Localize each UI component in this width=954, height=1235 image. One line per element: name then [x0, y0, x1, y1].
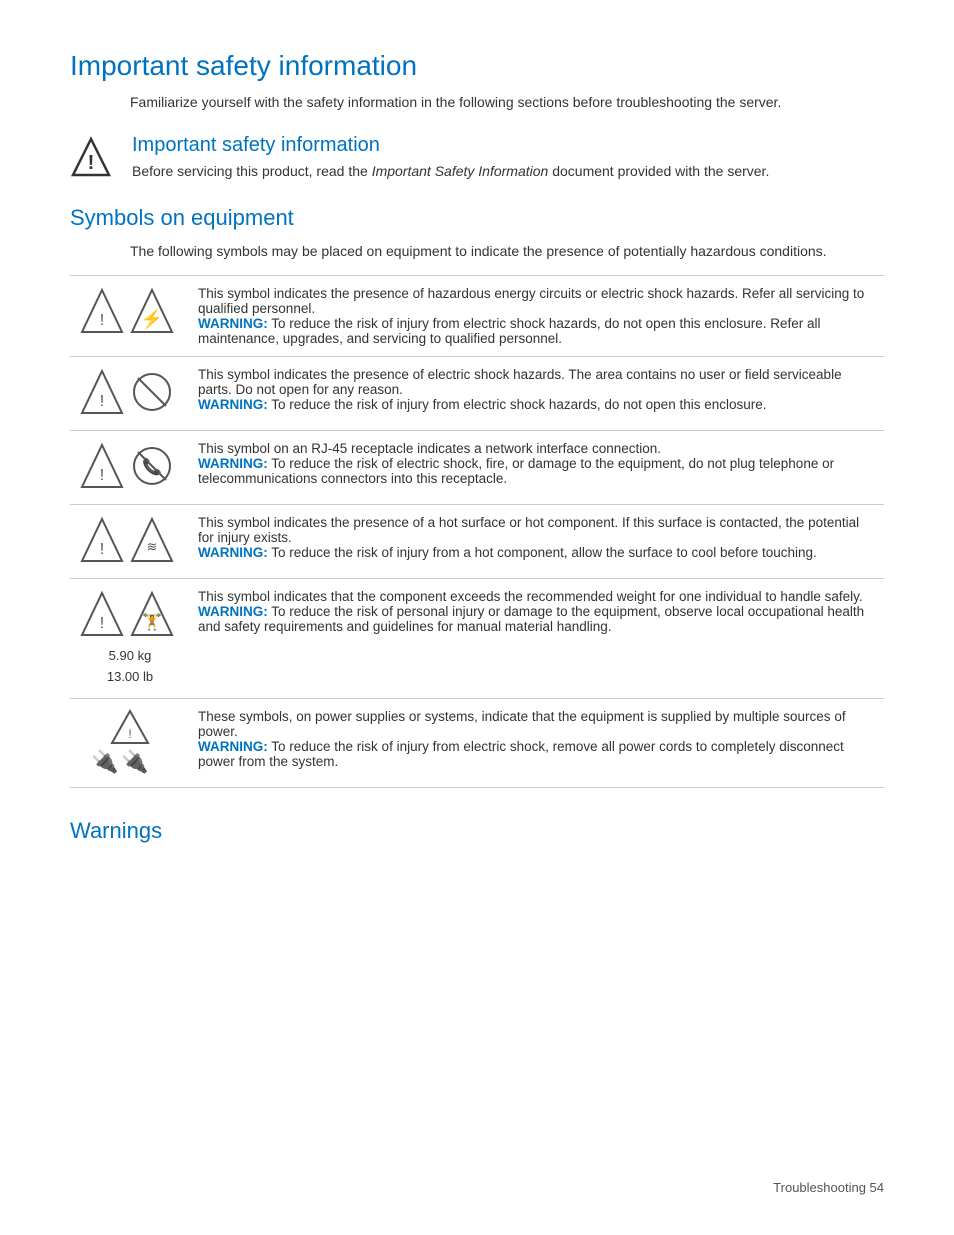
symbol-cell-noentry: !	[70, 357, 190, 431]
table-row: ! ≋ This symbol indicates the presence o…	[70, 505, 884, 579]
symbol-cell-phone: ! 📞	[70, 431, 190, 505]
symbol-cell-lightning: ! ⚡	[70, 276, 190, 357]
svg-text:!: !	[100, 615, 104, 632]
page-footer: Troubleshooting 54	[773, 1180, 884, 1195]
svg-text:🏋: 🏋	[142, 612, 162, 631]
table-row: ! 📞 This symbol on an RJ-45 receptacle i…	[70, 431, 884, 505]
weight-info: 5.90 kg 13.00 lb	[78, 646, 182, 688]
symbol-desc-lightning: This symbol indicates the presence of ha…	[190, 276, 884, 357]
svg-text:!: !	[100, 312, 104, 329]
safety-notice-body: Before servicing this product, read the …	[132, 163, 769, 179]
symbol-desc-hot: This symbol indicates the presence of a …	[190, 505, 884, 579]
svg-text:!: !	[100, 467, 104, 484]
symbol-desc-noentry: This symbol indicates the presence of el…	[190, 357, 884, 431]
page-title: Important safety information	[70, 50, 884, 82]
table-row: ! 🏋 5.90 kg 13.00 lb This symbol indicat…	[70, 579, 884, 699]
safety-notice-section: ! Important safety information Before se…	[70, 134, 884, 181]
svg-text:⚡: ⚡	[141, 308, 163, 330]
intro-text: Familiarize yourself with the safety inf…	[130, 94, 884, 110]
svg-text:!: !	[100, 541, 104, 558]
caution-icon: !	[70, 136, 120, 181]
symbols-intro-text: The following symbols may be placed on e…	[130, 243, 884, 259]
symbol-desc-multipower: These symbols, on power supplies or syst…	[190, 698, 884, 787]
symbol-desc-phone: This symbol on an RJ-45 receptacle indic…	[190, 431, 884, 505]
safety-notice-title: Important safety information	[132, 134, 769, 157]
svg-text:!: !	[88, 152, 95, 174]
safety-notice-content: Important safety information Before serv…	[120, 134, 769, 179]
symbol-desc-weight: This symbol indicates that the component…	[190, 579, 884, 699]
warnings-section-title: Warnings	[70, 818, 884, 844]
symbol-cell-multipower: ! 🔌 🔌	[70, 698, 190, 787]
svg-text:🔌: 🔌	[121, 749, 148, 774]
table-row: ! This symbol indicates the presence of …	[70, 357, 884, 431]
table-row: ! 🔌 🔌 These symbols, on power supplies o…	[70, 698, 884, 787]
svg-text:!: !	[128, 727, 131, 741]
symbols-table: ! ⚡ This symbol indicates the presence o…	[70, 275, 884, 788]
svg-text:≋: ≋	[147, 539, 158, 554]
svg-text:🔌: 🔌	[91, 749, 118, 774]
symbol-cell-hot: ! ≋	[70, 505, 190, 579]
symbol-cell-weight: ! 🏋 5.90 kg 13.00 lb	[70, 579, 190, 699]
symbols-section-title: Symbols on equipment	[70, 205, 884, 231]
svg-text:!: !	[100, 393, 104, 410]
table-row: ! ⚡ This symbol indicates the presence o…	[70, 276, 884, 357]
